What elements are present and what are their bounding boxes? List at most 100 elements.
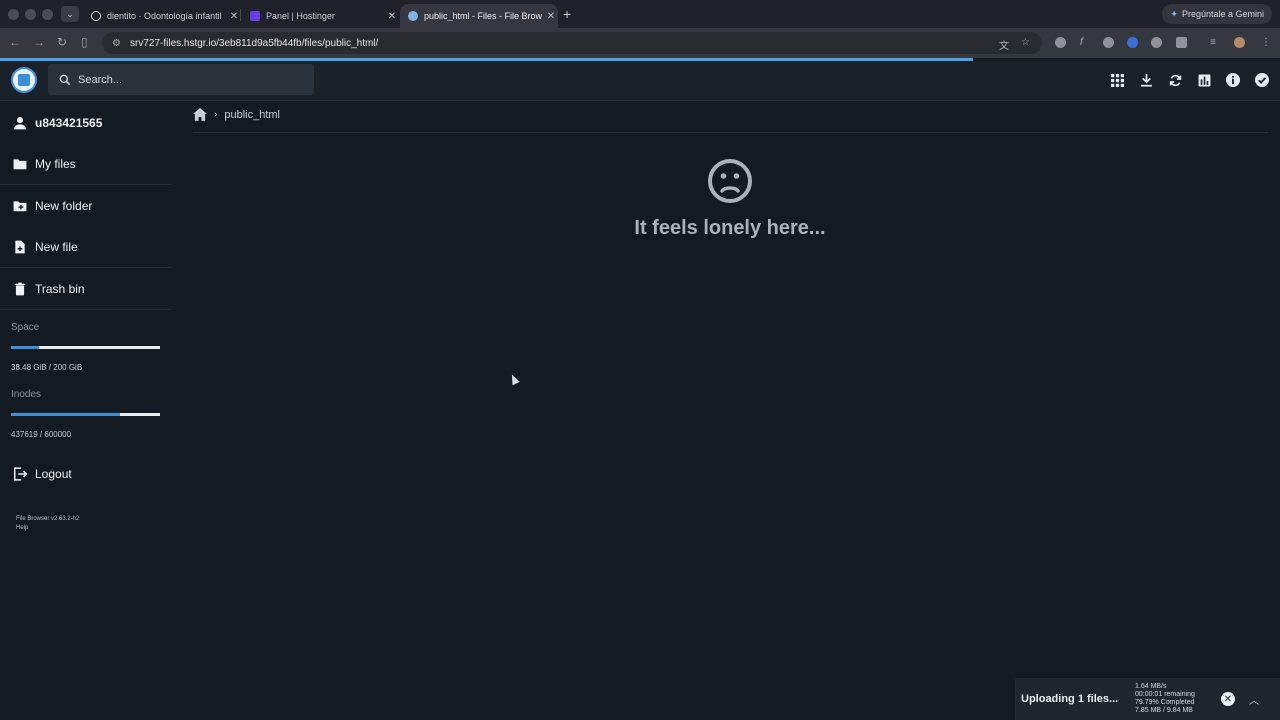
upload-completed: 79.79% Completed [1135,699,1195,706]
gemini-label: Pregúntale a Gemini [1181,9,1264,19]
record-extension-icon[interactable] [1151,37,1162,48]
expand-upload-button[interactable]: ︿ [1249,692,1259,707]
person-icon [13,116,27,129]
download-button[interactable] [1138,72,1154,88]
sidebar-item-label: New file [35,239,78,254]
blue-extension-icon[interactable] [1127,37,1138,48]
sidebar-item-my-files[interactable]: My files [0,143,171,184]
breadcrumb-current[interactable]: public_html [224,109,280,121]
help-link[interactable]: Help [0,524,171,533]
puzzle-extensions-icon[interactable] [1176,37,1187,48]
sad-face-icon [708,159,752,203]
search-icon [59,74,71,85]
sidebar-item-new-file[interactable]: New file [0,226,171,267]
inodes-usage-bar [11,413,160,416]
profile-avatar[interactable] [1234,37,1245,48]
note-add-icon [15,240,25,253]
close-tab-icon[interactable]: ✕ [227,11,241,22]
bar-chart-icon [1198,74,1210,86]
translate-icon[interactable]: 文 [999,37,1009,52]
empty-state-message: It feels lonely here... [634,217,826,239]
browser-toolbar: ← → ↻ ▯ ⚙ srv727-files.hstgr.io/3eb811d9… [0,28,1280,58]
sidebar-item-user[interactable]: u843421565 [0,102,171,143]
close-icon: ✕ [1223,693,1233,705]
upload-stats: 1.64 MB/s 00:00:01 remaining 79.79% Comp… [1135,683,1215,715]
sidebar-item-label: My files [35,156,76,171]
space-title: Space [11,322,40,333]
camera-extension-icon[interactable] [1055,37,1066,48]
inodes-usage-text: 437619 / 600000 [11,430,72,439]
space-usage-bar [11,346,160,349]
gemini-button[interactable]: ✦ Pregúntale a Gemini [1162,4,1272,24]
gemini-sparkle-icon: ✦ [1170,8,1178,19]
version-link[interactable]: File Browser v2.63.2-h2 [0,515,171,524]
tab-title: dientito · Odontología infantil [107,11,222,21]
search-input[interactable] [78,73,298,86]
fx-extension-icon[interactable]: f [1080,37,1083,48]
tab-divider [240,9,241,21]
username-label: u843421565 [35,115,103,130]
tab-search-button[interactable]: ⌄ [61,6,79,22]
grid-extension-icon[interactable] [1103,37,1114,48]
check-circle-icon [1255,73,1269,87]
cancel-upload-button[interactable]: ✕ [1221,692,1235,706]
more-menu-icon[interactable]: ⋮ [1261,37,1271,48]
disk-usage-button[interactable] [1196,72,1212,88]
site-info-icon[interactable]: ⚙ [112,38,122,49]
chevron-up-icon: ︿ [1249,695,1259,707]
bookmark-star-icon[interactable]: ☆ [1021,37,1030,48]
tab-dientito[interactable]: dientito · Odontología infantil ✕ [83,4,241,28]
hostinger-logo-icon [250,11,260,21]
logout-icon [13,466,27,481]
globe-icon [91,11,101,21]
inodes-usage-fill [11,413,120,416]
download-icon [1140,73,1152,87]
space-usage-fill [11,346,40,349]
upload-title: Uploading 1 files... [1021,693,1119,705]
grid-view-icon [1110,73,1124,87]
mouse-cursor [508,372,520,386]
file-browser-logo[interactable] [11,67,37,93]
forward-arrow-icon[interactable]: → [33,35,45,49]
tab-title: Panel | Hostinger [266,11,335,21]
address-bar[interactable]: ⚙ srv727-files.hstgr.io/3eb811d9a5fb44fb… [102,32,1042,54]
sidebar-item-logout[interactable]: Logout [0,453,171,494]
info-icon [1226,73,1240,87]
app-header [0,61,1280,101]
close-window-button[interactable] [8,9,19,20]
sidebar-item-new-folder[interactable]: New folder [0,185,171,226]
info-button[interactable] [1225,72,1241,88]
upload-remaining: 00:00:01 remaining [1135,691,1195,698]
upload-speed: 1.64 MB/s [1135,683,1167,690]
tab-file-browser[interactable]: public_html - Files - File Brow ✕ [400,4,558,28]
maximize-window-button[interactable] [42,9,53,20]
sidebar-item-label: New folder [35,198,93,213]
url-text: srv727-files.hstgr.io/3eb811d9a5fb44fb/f… [130,37,379,49]
upload-size: 7.85 MB / 9.84 MB [1135,707,1193,714]
delete-icon [14,282,26,295]
reading-list-icon[interactable]: ≡ [1210,37,1216,48]
file-browser-favicon-icon [408,11,418,21]
create-folder-icon [13,200,27,211]
reload-icon[interactable]: ↻ [57,35,67,49]
space-usage-text: 38.48 GiB / 200 GiB [11,363,83,372]
switch-view-button[interactable] [1109,72,1125,88]
close-tab-icon[interactable]: ✕ [385,11,399,22]
sidebar-divider [0,309,171,310]
inodes-title: Inodes [11,389,42,400]
sync-icon [1169,74,1181,86]
sidebar-item-trash[interactable]: Trash bin [0,268,171,309]
minimize-window-button[interactable] [25,9,36,20]
select-multiple-button[interactable] [1254,72,1270,88]
new-tab-button[interactable]: + [563,6,571,22]
home-icon[interactable] [193,108,207,121]
close-tab-icon[interactable]: ✕ [544,11,558,22]
empty-state: It feels lonely here... [540,158,920,240]
refresh-button[interactable] [1167,72,1183,88]
tab-hostinger[interactable]: Panel | Hostinger ✕ [242,4,399,28]
sidebar-item-label: Trash bin [35,281,85,296]
search-box[interactable] [48,64,314,95]
breadcrumb-divider [193,132,1268,133]
side-panel-icon[interactable]: ▯ [81,35,88,49]
back-arrow-icon[interactable]: ← [9,35,21,49]
